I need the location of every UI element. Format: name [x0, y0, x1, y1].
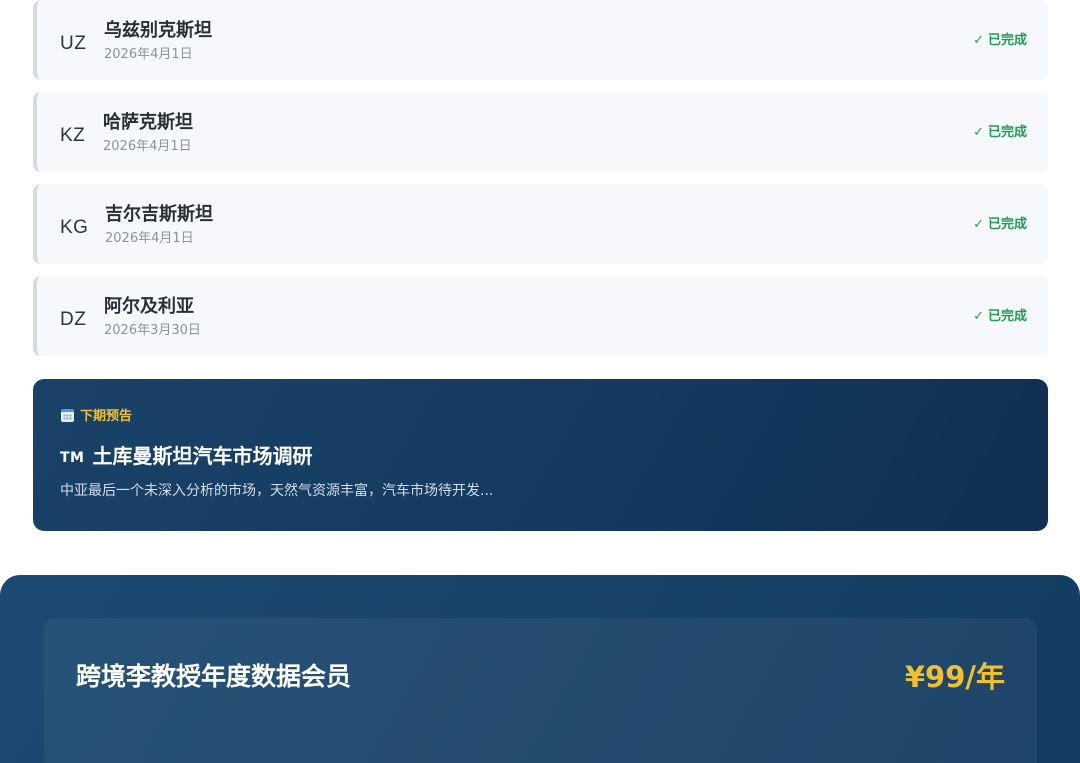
report-info: 哈萨克斯坦 2026年4月1日 — [103, 110, 193, 157]
check-icon: ✓ — [973, 309, 984, 324]
status-label: 已完成 — [987, 125, 1027, 140]
report-date: 2026年4月1日 — [103, 139, 192, 154]
report-item-uz[interactable]: UZ 乌兹别克斯坦 2026年4月1日 ✓ 已完成 — [33, 0, 1048, 80]
report-item-kz[interactable]: KZ 哈萨克斯坦 2026年4月1日 ✓ 已完成 — [33, 92, 1048, 172]
membership-card[interactable]: 跨境李教授年度数据会员 ¥99/年 — [44, 618, 1037, 763]
status-badge: ✓ 已完成 — [973, 184, 1027, 264]
next-issue-description: 中亚最后一个未深入分析的市场，天然气资源丰富，汽车市场待开发... — [60, 483, 494, 499]
country-code-badge: TM — [60, 450, 85, 466]
membership-price: ¥99/年 — [904, 660, 1005, 694]
country-code: KG — [60, 217, 89, 238]
page: UZ 乌兹别克斯坦 2026年4月1日 ✓ 已完成 KZ 哈萨克斯坦 2026年4… — [0, 0, 1080, 763]
next-issue-tag: 下期预告 — [61, 407, 132, 427]
next-issue-title: TM 土库曼斯坦汽车市场调研 — [60, 441, 312, 473]
membership-section: 跨境李教授年度数据会员 ¥99/年 — [0, 575, 1080, 763]
status-label: 已完成 — [987, 33, 1027, 48]
next-issue-title-text: 土库曼斯坦汽车市场调研 — [92, 444, 313, 468]
country-code: KZ — [60, 125, 86, 146]
country-code: UZ — [60, 33, 87, 54]
check-icon: ✓ — [973, 33, 984, 48]
report-info: 阿尔及利亚 2026年3月30日 — [104, 294, 201, 341]
status-label: 已完成 — [987, 309, 1027, 324]
next-issue-card[interactable]: 下期预告 TM 土库曼斯坦汽车市场调研 中亚最后一个未深入分析的市场，天然气资源丰… — [33, 379, 1048, 531]
status-badge: ✓ 已完成 — [973, 0, 1027, 80]
country-code: DZ — [60, 309, 87, 330]
calendar-icon — [61, 409, 74, 422]
report-item-kg[interactable]: KG 吉尔吉斯斯坦 2026年4月1日 ✓ 已完成 — [33, 184, 1048, 264]
check-icon: ✓ — [973, 217, 984, 232]
country-name: 阿尔及利亚 — [104, 296, 194, 317]
report-item-dz[interactable]: DZ 阿尔及利亚 2026年3月30日 ✓ 已完成 — [33, 276, 1048, 356]
country-name: 吉尔吉斯斯坦 — [105, 204, 213, 225]
report-info: 乌兹别克斯坦 2026年4月1日 — [104, 18, 212, 65]
status-label: 已完成 — [987, 217, 1027, 232]
country-name: 哈萨克斯坦 — [103, 112, 193, 133]
report-info: 吉尔吉斯斯坦 2026年4月1日 — [105, 202, 213, 249]
next-issue-tag-label: 下期预告 — [80, 409, 133, 424]
status-badge: ✓ 已完成 — [973, 92, 1027, 172]
status-badge: ✓ 已完成 — [973, 276, 1027, 356]
membership-plan-name: 跨境李教授年度数据会员 — [76, 662, 352, 691]
report-date: 2026年3月30日 — [104, 323, 201, 338]
country-name: 乌兹别克斯坦 — [104, 20, 212, 41]
check-icon: ✓ — [973, 125, 984, 140]
report-date: 2026年4月1日 — [105, 231, 194, 246]
report-date: 2026年4月1日 — [104, 47, 193, 62]
